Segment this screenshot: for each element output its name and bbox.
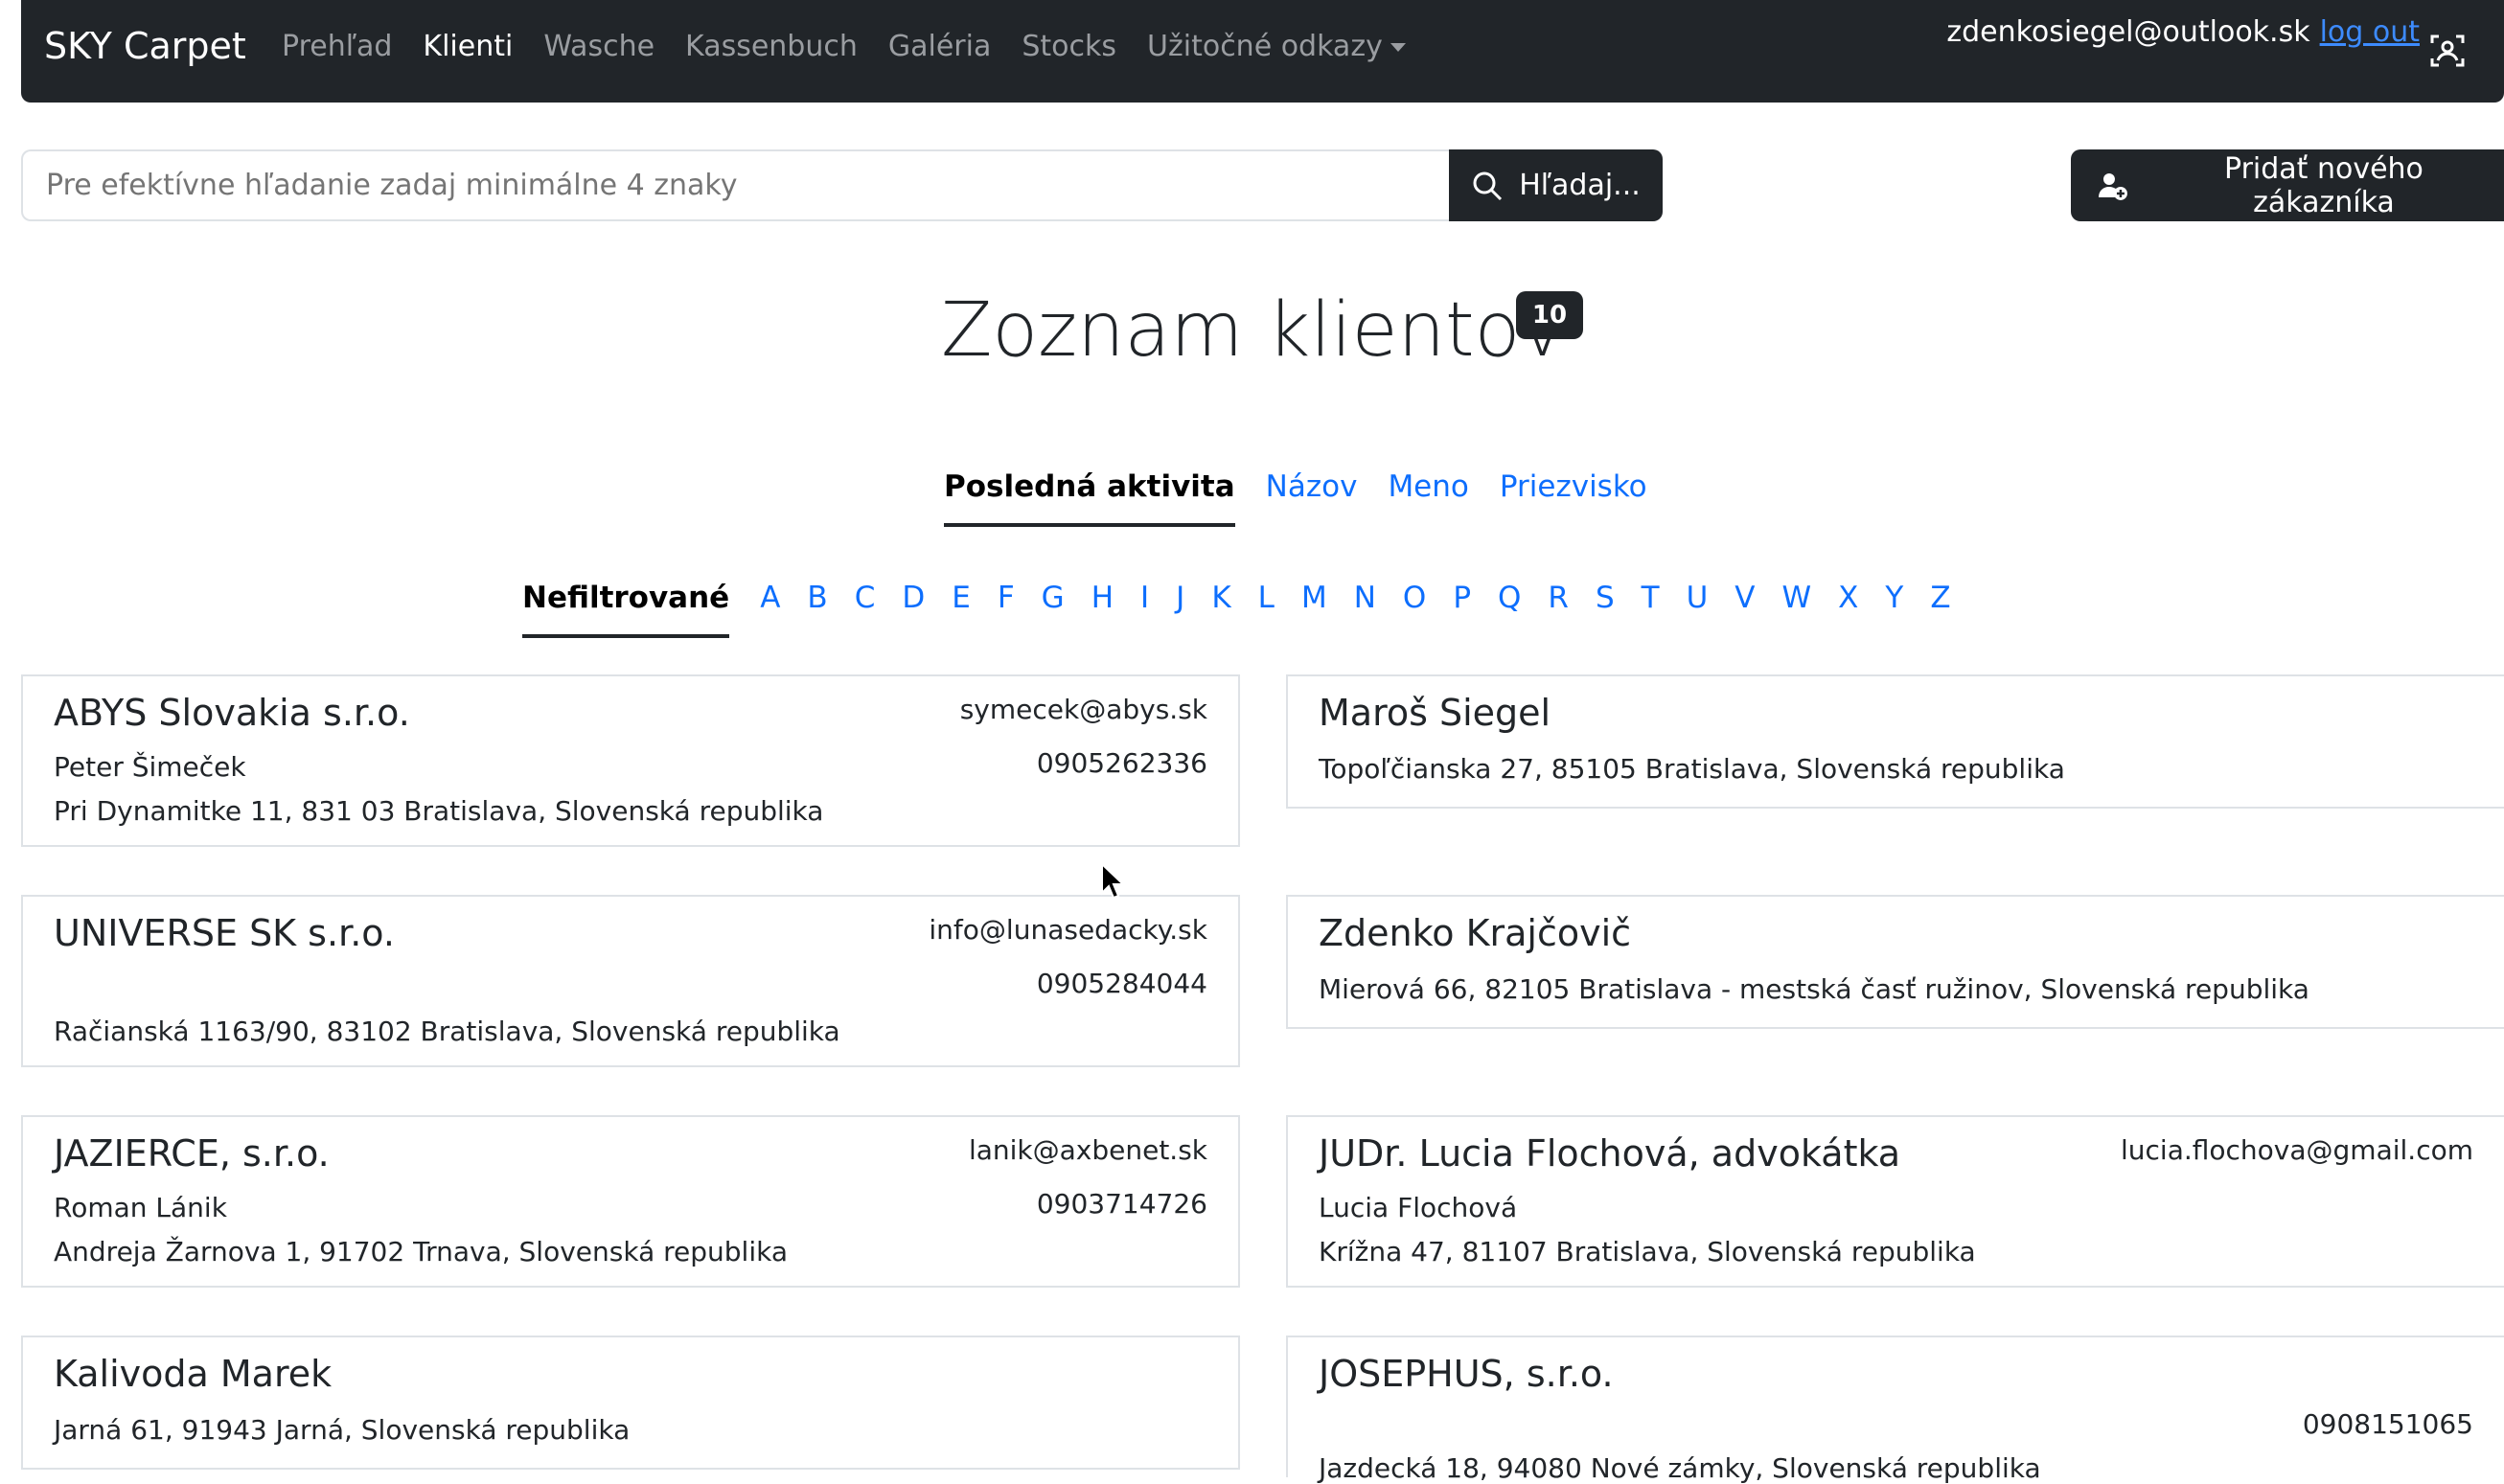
user-email: zdenkosiegel@outlook.sk: [1946, 15, 2310, 49]
tab-nazov[interactable]: Názov: [1266, 469, 1358, 527]
search-button-label: Hľadaj...: [1519, 169, 1641, 202]
chevron-down-icon: [1390, 43, 1406, 52]
client-email: lucia.flochova@gmail.com: [2121, 1134, 2473, 1166]
client-contact-person: Lucia Flochová: [1319, 1192, 1518, 1223]
client-name: Maroš Siegel: [1319, 692, 1551, 734]
filter-letter-u[interactable]: U: [1673, 581, 1722, 638]
nav-item-uzitocne-odkazy[interactable]: Užitočné odkazy: [1147, 30, 1406, 63]
filter-letter-t[interactable]: T: [1628, 581, 1673, 638]
client-phone: 0905284044: [1036, 968, 1207, 999]
filter-letter-w[interactable]: W: [1769, 581, 1826, 638]
filter-letter-n[interactable]: N: [1341, 581, 1390, 638]
filter-letter-y[interactable]: Y: [1872, 581, 1917, 638]
search-button[interactable]: Hľadaj...: [1449, 149, 1663, 221]
client-address: Jarná 61, 91943 Jarná, Slovenská republi…: [54, 1414, 631, 1446]
client-name: Kalivoda Marek: [54, 1353, 333, 1395]
client-card[interactable]: Kalivoda Marek Jarná 61, 91943 Jarná, Sl…: [21, 1336, 1240, 1470]
filter-letter-p[interactable]: P: [1439, 581, 1484, 638]
client-card[interactable]: JAZIERCE, s.r.o. Roman Lánik Andreja Žar…: [21, 1115, 1240, 1288]
filter-letter-l[interactable]: L: [1245, 581, 1288, 638]
search-input[interactable]: [21, 149, 1451, 221]
nav-item-galeria[interactable]: Galéria: [888, 30, 991, 63]
filter-letter-z[interactable]: Z: [1917, 581, 1964, 638]
client-name: JAZIERCE, s.r.o.: [54, 1132, 330, 1175]
client-address: Topoľčianska 27, 85105 Bratislava, Slove…: [1319, 753, 2065, 785]
nav-item-stocks[interactable]: Stocks: [1022, 30, 1116, 63]
client-name: JUDr. Lucia Flochová, advokátka: [1319, 1132, 1901, 1175]
client-email: info@lunasedacky.sk: [929, 914, 1207, 946]
client-card[interactable]: JUDr. Lucia Flochová, advokátka Lucia Fl…: [1286, 1115, 2504, 1288]
filter-letter-h[interactable]: H: [1078, 581, 1127, 638]
filter-letter-x[interactable]: X: [1825, 581, 1872, 638]
client-address: Andreja Žarnova 1, 91702 Trnava, Slovens…: [54, 1236, 788, 1267]
top-navbar: SKY Carpet Prehľad Klienti Wasche Kassen…: [21, 0, 2504, 103]
user-area: zdenkosiegel@outlook.sk log out: [1946, 15, 2466, 69]
filter-letter-j[interactable]: J: [1162, 581, 1198, 638]
sort-tabs: Posledná aktivita Názov Meno Priezvisko: [944, 469, 1647, 527]
tab-posledna-aktivita[interactable]: Posledná aktivita: [944, 469, 1235, 527]
filter-letter-a[interactable]: A: [747, 581, 793, 638]
alphabet-filter: Nefiltrované ABCDEFGHIJKLMNOPQRSTUVWXYZ: [522, 581, 1964, 638]
filter-letter-m[interactable]: M: [1288, 581, 1341, 638]
client-address: Pri Dynamitke 11, 831 03 Bratislava, Slo…: [54, 795, 824, 827]
main-nav: Prehľad Klienti Wasche Kassenbuch Galéri…: [282, 30, 1406, 63]
filter-letter-g[interactable]: G: [1028, 581, 1078, 638]
client-name: Zdenko Krajčovič: [1319, 912, 1632, 954]
page-title: Zoznam klientov: [941, 287, 1565, 374]
nav-dropdown-label: Užitočné odkazy: [1147, 30, 1383, 63]
client-count-badge: 10: [1516, 291, 1583, 339]
client-phone: 0905262336: [1036, 747, 1207, 779]
filter-all[interactable]: Nefiltrované: [522, 581, 730, 638]
add-customer-button[interactable]: Pridať nového zákazníka: [2071, 149, 2504, 221]
filter-letter-f[interactable]: F: [984, 581, 1028, 638]
search-icon: [1473, 171, 1503, 200]
brand-link[interactable]: SKY Carpet: [44, 25, 246, 67]
filter-letter-o[interactable]: O: [1390, 581, 1439, 638]
filter-letter-s[interactable]: S: [1582, 581, 1628, 638]
client-phone: 0903714726: [1036, 1188, 1207, 1220]
filter-letter-b[interactable]: B: [793, 581, 840, 638]
client-name: ABYS Slovakia s.r.o.: [54, 692, 410, 734]
nav-item-kassenbuch[interactable]: Kassenbuch: [685, 30, 858, 63]
tab-meno[interactable]: Meno: [1388, 469, 1468, 527]
client-name: UNIVERSE SK s.r.o.: [54, 912, 395, 954]
client-card[interactable]: UNIVERSE SK s.r.o. Račianská 1163/90, 83…: [21, 895, 1240, 1067]
tab-priezvisko[interactable]: Priezvisko: [1500, 469, 1647, 527]
add-customer-label: Pridať nového zákazníka: [2224, 151, 2424, 219]
client-address: Jazdecká 18, 94080 Nové zámky, Slovenská…: [1319, 1452, 2041, 1484]
client-contact-person: Peter Šimeček: [54, 751, 246, 783]
client-name: JOSEPHUS, s.r.o.: [1319, 1353, 1614, 1395]
filter-letter-d[interactable]: D: [888, 581, 938, 638]
client-card[interactable]: Zdenko Krajčovič Mierová 66, 82105 Brati…: [1286, 895, 2504, 1029]
client-card[interactable]: ABYS Slovakia s.r.o. Peter Šimeček Pri D…: [21, 674, 1240, 847]
client-card[interactable]: JOSEPHUS, s.r.o. 0908151065 Jazdecká 18,…: [1286, 1336, 2504, 1484]
nav-item-klienti[interactable]: Klienti: [423, 30, 513, 63]
filter-letter-c[interactable]: C: [841, 581, 889, 638]
client-address: Račianská 1163/90, 83102 Bratislava, Slo…: [54, 1016, 840, 1047]
mouse-cursor-icon: [1101, 862, 1125, 900]
client-card[interactable]: Maroš Siegel Topoľčianska 27, 85105 Brat…: [1286, 674, 2504, 809]
client-email: symecek@abys.sk: [959, 694, 1207, 725]
client-email: lanik@axbenet.sk: [968, 1134, 1207, 1166]
client-address: Krížna 47, 81107 Bratislava, Slovenská r…: [1319, 1236, 1976, 1267]
filter-letter-r[interactable]: R: [1534, 581, 1582, 638]
client-contact-person: Roman Lánik: [54, 1192, 227, 1223]
logout-link[interactable]: log out: [2320, 15, 2420, 49]
client-phone: 0908151065: [2302, 1408, 2473, 1440]
filter-letter-k[interactable]: K: [1198, 581, 1244, 638]
filter-letter-i[interactable]: I: [1127, 581, 1162, 638]
client-address: Mierová 66, 82105 Bratislava - mestská č…: [1319, 973, 2309, 1005]
nav-item-wasche[interactable]: Wasche: [543, 30, 655, 63]
filter-letter-v[interactable]: V: [1721, 581, 1768, 638]
add-user-icon: [2098, 172, 2127, 200]
nav-item-prehlad[interactable]: Prehľad: [282, 30, 392, 63]
user-profile-icon[interactable]: [2429, 33, 2466, 69]
filter-letter-q[interactable]: Q: [1484, 581, 1534, 638]
filter-letter-e[interactable]: E: [938, 581, 984, 638]
